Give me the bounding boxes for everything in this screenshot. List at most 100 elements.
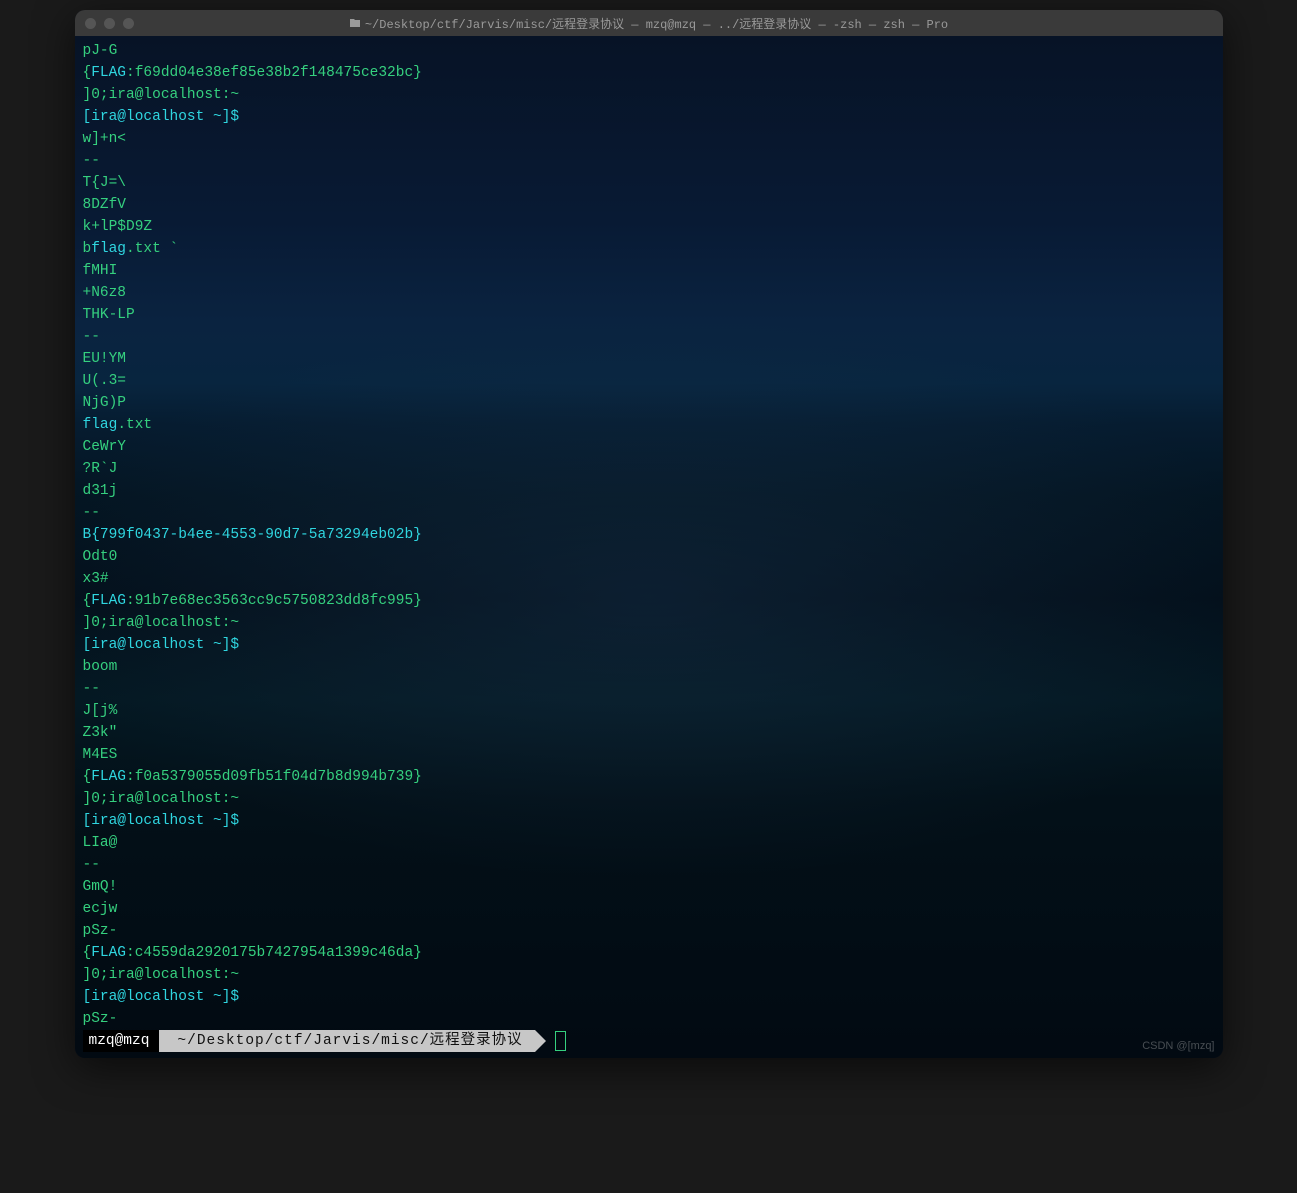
terminal-text: flag	[91, 241, 126, 257]
terminal-text: pJ-G	[83, 43, 118, 59]
prompt-line[interactable]: mzq@mzq ~/Desktop/ctf/Jarvis/misc/远程登录协议	[83, 1030, 1215, 1052]
terminal-line: [ira@localhost ~]$	[83, 986, 1215, 1008]
terminal-text: --	[83, 153, 100, 169]
terminal-text: ]0;ira@localhost:~	[83, 967, 240, 983]
terminal-text: J[j%	[83, 703, 118, 719]
terminal-text: pSz-	[83, 923, 118, 939]
terminal-line: ]0;ira@localhost:~	[83, 964, 1215, 986]
cursor-icon	[555, 1031, 566, 1051]
terminal-line: M4ES	[83, 744, 1215, 766]
terminal-line: [ira@localhost ~]$	[83, 106, 1215, 128]
terminal-text: :91b7e68ec3563cc9c5750823dd8fc995}	[126, 593, 422, 609]
prompt-user: mzq@mzq	[89, 1033, 150, 1049]
terminal-text: FLAG	[91, 769, 126, 785]
terminal-line: +N6z8	[83, 282, 1215, 304]
terminal-line: ]0;ira@localhost:~	[83, 84, 1215, 106]
terminal-text: x3#	[83, 571, 109, 587]
terminal-line: --	[83, 502, 1215, 524]
terminal-text: LIa@	[83, 835, 118, 851]
terminal-text: --	[83, 505, 100, 521]
terminal-line: B{799f0437-b4ee-4553-90d7-5a73294eb02b}	[83, 524, 1215, 546]
terminal-text: k+lP$D9Z	[83, 219, 153, 235]
terminal-text: --	[83, 329, 100, 345]
terminal-text: w]+n<	[83, 131, 127, 147]
terminal-line: LIa@	[83, 832, 1215, 854]
terminal-text: GmQ!	[83, 879, 118, 895]
terminal-text: Z3k"	[83, 725, 118, 741]
titlebar: ~/Desktop/ctf/Jarvis/misc/远程登录协议 — mzq@m…	[75, 10, 1223, 36]
folder-icon	[349, 17, 361, 29]
terminal-line: U(.3=	[83, 370, 1215, 392]
terminal-line: ?R`J	[83, 458, 1215, 480]
terminal-line: J[j%	[83, 700, 1215, 722]
terminal-line: flag.txt	[83, 414, 1215, 436]
terminal-text: FLAG	[91, 593, 126, 609]
terminal-text: flag	[83, 417, 118, 433]
maximize-icon[interactable]	[123, 18, 134, 29]
terminal-line: k+lP$D9Z	[83, 216, 1215, 238]
terminal-line: Odt0	[83, 546, 1215, 568]
terminal-line: {FLAG:91b7e68ec3563cc9c5750823dd8fc995}	[83, 590, 1215, 612]
terminal-text: [ira@localhost ~]$	[83, 637, 240, 653]
terminal-line: {FLAG:c4559da2920175b7427954a1399c46da}	[83, 942, 1215, 964]
terminal-line: Z3k"	[83, 722, 1215, 744]
terminal-text: {	[83, 945, 92, 961]
prompt-path-segment: ~/Desktop/ctf/Jarvis/misc/远程登录协议	[159, 1030, 534, 1052]
terminal-text: B{799f0437-b4ee-4553-90d7-5a73294eb02b}	[83, 527, 422, 543]
terminal-line: --	[83, 854, 1215, 876]
terminal-line: pSz-	[83, 1008, 1215, 1030]
terminal-line: --	[83, 678, 1215, 700]
terminal-line: ]0;ira@localhost:~	[83, 612, 1215, 634]
prompt-path: ~/Desktop/ctf/Jarvis/misc/远程登录协议	[177, 1033, 522, 1049]
terminal-line: {FLAG:f69dd04e38ef85e38b2f148475ce32bc}	[83, 62, 1215, 84]
terminal-text: NjG)P	[83, 395, 127, 411]
terminal-text: pSz-	[83, 1011, 118, 1027]
terminal-text: :f0a5379055d09fb51f04d7b8d994b739}	[126, 769, 422, 785]
terminal-text: M4ES	[83, 747, 118, 763]
terminal-line: w]+n<	[83, 128, 1215, 150]
terminal-text: {	[83, 65, 92, 81]
terminal-text: +N6z8	[83, 285, 127, 301]
terminal-text: U(.3=	[83, 373, 127, 389]
terminal-text: .txt	[117, 417, 152, 433]
terminal-line: bflag.txt `	[83, 238, 1215, 260]
terminal-text: Odt0	[83, 549, 118, 565]
terminal-text: [ira@localhost ~]$	[83, 109, 240, 125]
terminal-text: :f69dd04e38ef85e38b2f148475ce32bc}	[126, 65, 422, 81]
terminal-text: 8DZfV	[83, 197, 127, 213]
terminal-line: ecjw	[83, 898, 1215, 920]
terminal-text: {	[83, 769, 92, 785]
terminal-line: fMHI	[83, 260, 1215, 282]
terminal-text: b	[83, 241, 92, 257]
terminal-text: boom	[83, 659, 118, 675]
terminal-line: pSz-	[83, 920, 1215, 942]
terminal-line: CeWrY	[83, 436, 1215, 458]
terminal-line: [ira@localhost ~]$	[83, 634, 1215, 656]
terminal-line: --	[83, 150, 1215, 172]
terminal-text: THK-LP	[83, 307, 135, 323]
terminal-line: [ira@localhost ~]$	[83, 810, 1215, 832]
window-title: ~/Desktop/ctf/Jarvis/misc/远程登录协议 — mzq@m…	[75, 15, 1223, 32]
terminal-text: ?R`J	[83, 461, 118, 477]
terminal-line: 8DZfV	[83, 194, 1215, 216]
terminal-text: [ira@localhost ~]$	[83, 813, 240, 829]
terminal-text: :c4559da2920175b7427954a1399c46da}	[126, 945, 422, 961]
terminal-line: THK-LP	[83, 304, 1215, 326]
terminal-text: FLAG	[91, 945, 126, 961]
watermark: CSDN @[mzq]	[1142, 1040, 1214, 1052]
terminal-text: .txt `	[126, 241, 178, 257]
terminal-text: FLAG	[91, 65, 126, 81]
terminal-line: --	[83, 326, 1215, 348]
minimize-icon[interactable]	[104, 18, 115, 29]
terminal-text: CeWrY	[83, 439, 127, 455]
terminal-line: boom	[83, 656, 1215, 678]
close-icon[interactable]	[85, 18, 96, 29]
terminal-line: GmQ!	[83, 876, 1215, 898]
terminal-line: x3#	[83, 568, 1215, 590]
terminal-text: {	[83, 593, 92, 609]
terminal-text: T{J=\	[83, 175, 127, 191]
terminal-text: d31j	[83, 483, 118, 499]
terminal-line: T{J=\	[83, 172, 1215, 194]
terminal-body[interactable]: pJ-G{FLAG:f69dd04e38ef85e38b2f148475ce32…	[75, 36, 1223, 1058]
terminal-line: ]0;ira@localhost:~	[83, 788, 1215, 810]
